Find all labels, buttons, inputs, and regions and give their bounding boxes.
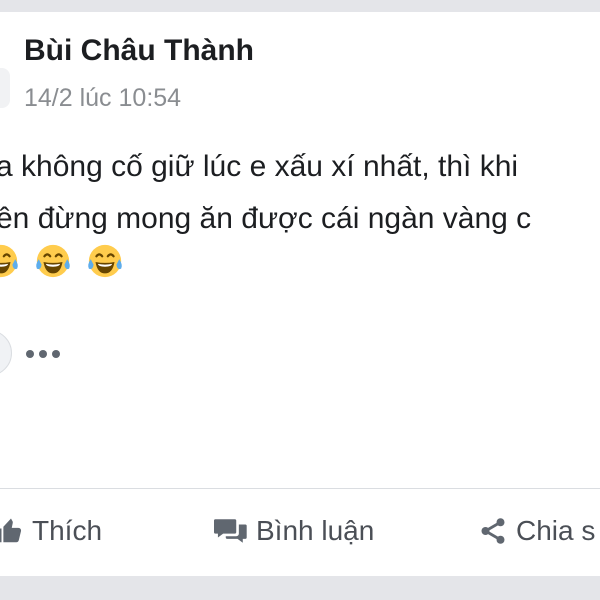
dot — [39, 350, 47, 358]
post-card: Bùi Châu Thành 14/2 lúc 10:54 a không cố… — [0, 12, 600, 576]
share-button[interactable]: Chia s — [478, 506, 595, 556]
reaction-bubble[interactable] — [0, 330, 12, 376]
post-text-line-1: a không cố giữ lúc e xấu xí nhất, thì kh… — [0, 150, 519, 183]
comment-label: Bình luận — [256, 515, 375, 546]
avatar[interactable] — [0, 68, 10, 108]
dot — [26, 350, 34, 358]
share-nodes-icon — [481, 518, 505, 544]
dot — [52, 350, 60, 358]
comment-bubbles-icon — [214, 519, 247, 543]
comment-button[interactable]: Bình luận — [214, 506, 374, 556]
like-button[interactable]: Thích — [0, 506, 102, 556]
post-text-line-2: ên đừng mong ăn được cái ngàn vàng c — [0, 202, 532, 235]
author-name[interactable]: Bùi Châu Thành — [24, 34, 254, 68]
action-divider — [0, 488, 600, 489]
thumbs-up-icon — [0, 518, 22, 543]
more-dots-icon[interactable] — [26, 350, 60, 358]
laughing-tears-emoji-icon — [88, 244, 122, 278]
share-label: Chia s — [516, 515, 596, 546]
emoji-row — [0, 242, 124, 286]
laughing-tears-emoji-icon — [36, 244, 70, 278]
laughing-tears-emoji-icon — [0, 244, 18, 278]
like-label: Thích — [32, 515, 103, 546]
post-timestamp[interactable]: 14/2 lúc 10:54 — [24, 84, 181, 113]
